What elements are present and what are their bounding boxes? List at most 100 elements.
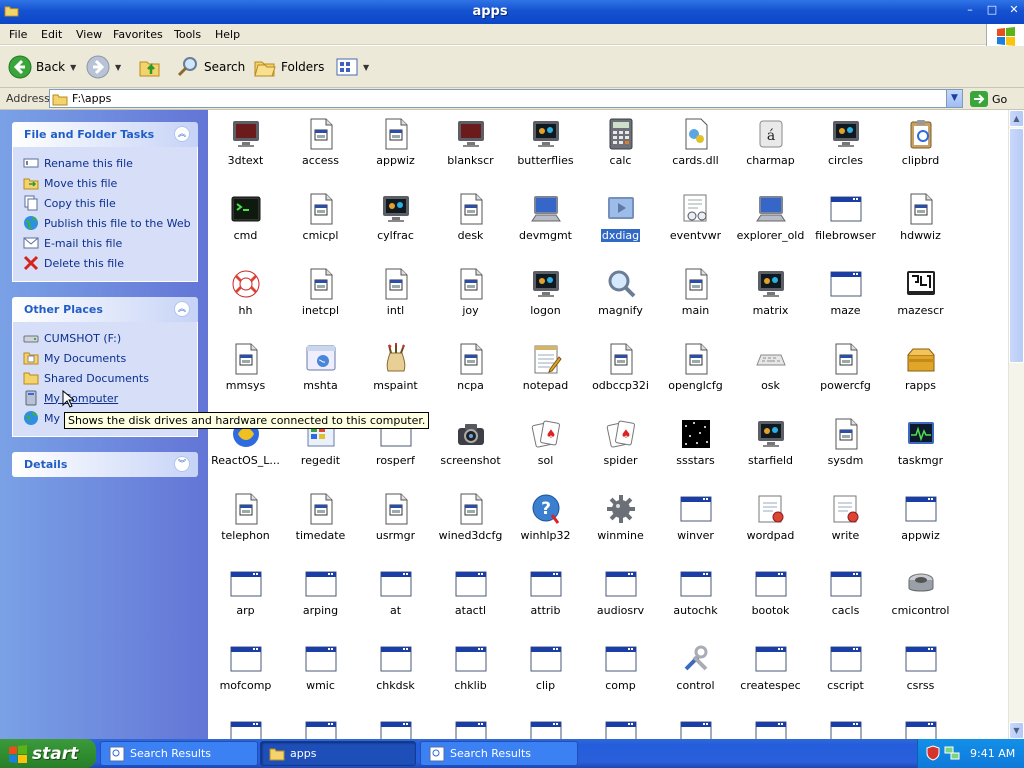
file-item[interactable] [883, 716, 958, 739]
panel-header[interactable]: File and Folder Tasks ︽ [12, 122, 198, 147]
collapse-icon[interactable]: ︽ [174, 301, 190, 317]
close-button[interactable]: ✕ [1006, 3, 1022, 17]
chevron-down-icon[interactable]: ▼ [363, 63, 369, 72]
file-item[interactable]: 3dtext [208, 116, 283, 191]
file-item[interactable] [433, 716, 508, 739]
file-item[interactable]: main [658, 266, 733, 341]
minimize-button[interactable]: – [962, 3, 978, 17]
file-item[interactable] [358, 716, 433, 739]
file-item[interactable]: arp [208, 566, 283, 641]
task-search-results-2[interactable]: Search Results [420, 741, 578, 766]
menu-tools[interactable]: Tools [174, 28, 201, 41]
place-drive-f[interactable]: CUMSHOT (F:) [23, 328, 197, 348]
file-item[interactable]: powercfg [808, 341, 883, 416]
scroll-thumb[interactable] [1009, 128, 1024, 363]
file-item[interactable] [283, 716, 358, 739]
file-item[interactable] [658, 716, 733, 739]
file-item[interactable]: wordpad [733, 491, 808, 566]
network-tray-icon[interactable] [944, 745, 960, 761]
file-item[interactable]: butterflies [508, 116, 583, 191]
menu-view[interactable]: View [76, 28, 102, 41]
file-item[interactable]: osk [733, 341, 808, 416]
folders-button[interactable]: Folders [253, 54, 324, 80]
task-apps[interactable]: apps [260, 741, 416, 766]
vertical-scrollbar[interactable]: ▲ ▼ [1008, 110, 1024, 739]
file-item[interactable]: atactl [433, 566, 508, 641]
file-item[interactable] [208, 716, 283, 739]
file-item[interactable]: appwiz [883, 491, 958, 566]
file-item[interactable]: filebrowser [808, 191, 883, 266]
file-item[interactable]: taskmgr [883, 416, 958, 491]
menu-favorites[interactable]: Favorites [113, 28, 163, 41]
file-item[interactable]: appwiz [358, 116, 433, 191]
file-item[interactable]: ssstars [658, 416, 733, 491]
task-publish[interactable]: Publish this file to the Web [23, 213, 197, 233]
file-item[interactable]: sysdm [808, 416, 883, 491]
file-item[interactable] [508, 716, 583, 739]
file-item[interactable]: matrix [733, 266, 808, 341]
file-item[interactable]: starfield [733, 416, 808, 491]
menu-file[interactable]: File [9, 28, 27, 41]
file-item[interactable]: odbccp32i [583, 341, 658, 416]
file-item[interactable]: devmgmt [508, 191, 583, 266]
file-item[interactable]: chkdsk [358, 641, 433, 716]
file-item[interactable]: cards.dll [658, 116, 733, 191]
address-input[interactable]: F:\apps [49, 89, 947, 108]
file-item[interactable]: magnify [583, 266, 658, 341]
file-item[interactable]: autochk [658, 566, 733, 641]
file-item[interactable]: blankscr [433, 116, 508, 191]
file-item[interactable]: cylfrac [358, 191, 433, 266]
file-item[interactable]: inetcpl [283, 266, 358, 341]
file-item[interactable]: winmine [583, 491, 658, 566]
file-item[interactable]: clip [508, 641, 583, 716]
file-item[interactable]: desk [433, 191, 508, 266]
file-item[interactable]: logon [508, 266, 583, 341]
file-item[interactable]: write [808, 491, 883, 566]
file-item[interactable]: mofcomp [208, 641, 283, 716]
collapse-icon[interactable]: ︽ [174, 126, 190, 142]
file-item[interactable]: chklib [433, 641, 508, 716]
scroll-down-button[interactable]: ▼ [1009, 722, 1024, 739]
file-item[interactable]: usrmgr [358, 491, 433, 566]
file-item[interactable]: cscript [808, 641, 883, 716]
task-rename[interactable]: Rename this file [23, 153, 197, 173]
file-item[interactable]: wmic [283, 641, 358, 716]
file-item[interactable]: dxdiag [583, 191, 658, 266]
file-item[interactable]: mmsys [208, 341, 283, 416]
file-item[interactable] [808, 716, 883, 739]
file-item[interactable]: attrib [508, 566, 583, 641]
file-item[interactable]: createspec [733, 641, 808, 716]
shield-icon[interactable] [926, 745, 940, 761]
file-item[interactable] [583, 716, 658, 739]
file-item[interactable]: telephon [208, 491, 283, 566]
file-item[interactable]: timedate [283, 491, 358, 566]
file-item[interactable]: winver [658, 491, 733, 566]
file-item[interactable]: calc [583, 116, 658, 191]
expand-icon[interactable]: ︾ [174, 456, 190, 472]
file-item[interactable]: eventvwr [658, 191, 733, 266]
task-search-results-1[interactable]: Search Results [100, 741, 258, 766]
task-copy[interactable]: Copy this file [23, 193, 197, 213]
file-item[interactable]: mshta [283, 341, 358, 416]
views-button[interactable]: ▼ [336, 54, 369, 80]
title-bar[interactable]: apps – □ ✕ [0, 0, 1024, 24]
file-item[interactable]: at [358, 566, 433, 641]
file-item[interactable]: notepad [508, 341, 583, 416]
file-item[interactable]: screenshot [433, 416, 508, 491]
menu-edit[interactable]: Edit [41, 28, 62, 41]
go-button[interactable]: Go [970, 91, 1007, 107]
file-item[interactable]: explorer_old [733, 191, 808, 266]
task-delete[interactable]: Delete this file [23, 253, 197, 273]
file-item[interactable]: intl [358, 266, 433, 341]
file-item[interactable] [733, 716, 808, 739]
file-item[interactable]: ♠ sol [508, 416, 583, 491]
file-item[interactable]: hdwwiz [883, 191, 958, 266]
forward-button[interactable]: ▼ [86, 54, 121, 80]
task-email[interactable]: E-mail this file [23, 233, 197, 253]
file-item[interactable]: mspaint [358, 341, 433, 416]
file-item[interactable]: access [283, 116, 358, 191]
scroll-up-button[interactable]: ▲ [1009, 110, 1024, 127]
file-item[interactable]: openglcfg [658, 341, 733, 416]
file-item[interactable]: hh [208, 266, 283, 341]
file-item[interactable]: rapps [883, 341, 958, 416]
